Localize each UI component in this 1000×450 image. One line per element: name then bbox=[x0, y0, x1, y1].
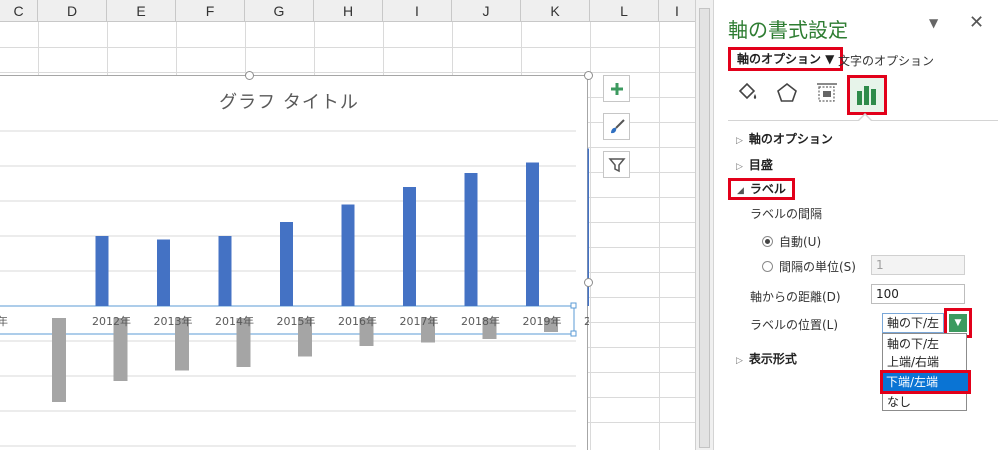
size-properties-icon bbox=[817, 83, 837, 102]
tab-text-options[interactable]: 文字のオプション bbox=[838, 52, 934, 69]
axis-tick-label: 2014年 bbox=[215, 314, 254, 328]
axis-tick-label: 2020年 bbox=[584, 314, 589, 328]
axis-selection-handle bbox=[570, 330, 577, 337]
option-low-left-selected[interactable]: 下端/左端 bbox=[880, 370, 971, 394]
bar-series1 bbox=[341, 204, 355, 306]
section-number-format[interactable]: ▷ 表示形式 bbox=[736, 350, 797, 367]
effects-tab[interactable] bbox=[772, 78, 802, 108]
section-axis-options[interactable]: ▷ 軸のオプション bbox=[736, 130, 833, 147]
axis-tick-label: 年 bbox=[0, 314, 8, 328]
column-header-g[interactable]: G bbox=[245, 0, 314, 22]
column-header-j[interactable]: J bbox=[452, 0, 521, 22]
section-labels[interactable]: ◢ ラベル bbox=[728, 178, 795, 200]
axis-tick-label: 2012年 bbox=[92, 314, 131, 328]
label-position-select[interactable]: 軸の下/左 bbox=[882, 313, 944, 333]
axis-tick-label: 2016年 bbox=[338, 314, 377, 328]
section-tick-marks[interactable]: ▷ 目盛 bbox=[736, 156, 773, 173]
resize-handle[interactable] bbox=[245, 71, 254, 80]
expand-triangle-icon: ▷ bbox=[736, 162, 743, 172]
plus-icon bbox=[610, 82, 623, 95]
pane-title: 軸の書式設定 bbox=[728, 18, 848, 42]
fill-line-tab[interactable] bbox=[732, 78, 762, 108]
chevron-down-icon[interactable]: ▼ bbox=[949, 314, 967, 332]
size-properties-tab[interactable] bbox=[812, 78, 842, 108]
axis-tick-label: 2013年 bbox=[154, 314, 193, 328]
chart-area[interactable]: グラフ タイトル 年 2012年 2013年 2014年 2015年 2016年 2017年… bbox=[0, 71, 593, 450]
label-position-dropdown-list: 軸の下/左 上端/右端 下端/左端 なし bbox=[880, 333, 971, 411]
grid-line bbox=[590, 22, 591, 450]
axis-selection-handle bbox=[570, 302, 577, 309]
chart-plot[interactable]: 年 2012年 2013年 2014年 2015年 2016年 2017年 2018年 2019… bbox=[0, 76, 589, 450]
axis-tick-label: 2017年 bbox=[400, 314, 439, 328]
column-header-c[interactable]: C bbox=[0, 0, 38, 22]
filter-icon bbox=[607, 157, 626, 172]
option-high-right[interactable]: 上端/右端 bbox=[885, 353, 965, 371]
radio-interval-unit[interactable]: 間隔の単位(S) bbox=[762, 258, 856, 275]
axis-tick-label: 2018年 bbox=[461, 314, 500, 328]
format-axis-pane: 軸の書式設定 ▼ ✕ 軸のオプション ▼ 文字のオプション ▷軸のオプション bbox=[713, 0, 1000, 450]
label-position-label: ラベルの位置(L) bbox=[750, 318, 839, 332]
column-header-h[interactable]: H bbox=[314, 0, 383, 22]
scrollbar-thumb[interactable] bbox=[699, 8, 710, 448]
column-header-row: C D E F G H I J K L I bbox=[0, 0, 713, 22]
brush-icon bbox=[610, 118, 625, 133]
radio-auto[interactable]: 自動(U) bbox=[762, 233, 821, 250]
chart-elements-button[interactable] bbox=[603, 75, 630, 102]
interval-unit-input[interactable]: 1 bbox=[871, 255, 965, 275]
option-none[interactable]: なし bbox=[885, 393, 965, 411]
resize-handle[interactable] bbox=[584, 278, 593, 287]
chart-styles-button[interactable] bbox=[603, 113, 630, 140]
bar-series2 bbox=[52, 318, 66, 402]
column-header-k[interactable]: K bbox=[521, 0, 590, 22]
distance-from-axis-label: 軸からの距離(D) bbox=[750, 290, 841, 304]
bar-series1 bbox=[526, 162, 539, 306]
column-header-l[interactable]: L bbox=[590, 0, 659, 22]
axis-tick-label: 2015年 bbox=[277, 314, 316, 328]
label-interval-heading: ラベルの間隔 bbox=[750, 207, 823, 221]
close-icon[interactable]: ✕ bbox=[969, 12, 984, 33]
column-header-e[interactable]: E bbox=[107, 0, 176, 22]
option-axis-low-left[interactable]: 軸の下/左 bbox=[885, 335, 965, 353]
vertical-scrollbar[interactable] bbox=[695, 0, 713, 450]
distance-from-axis-input[interactable]: 100 bbox=[871, 284, 965, 304]
bar-series1 bbox=[218, 236, 232, 306]
bar-series1 bbox=[157, 239, 170, 306]
bar-series1 bbox=[280, 222, 293, 306]
tab-axis-options[interactable]: 軸のオプション ▼ bbox=[728, 47, 844, 71]
separator-pointer-inner bbox=[859, 115, 871, 121]
bar-series1 bbox=[403, 187, 416, 306]
column-header-m[interactable]: I bbox=[659, 0, 695, 22]
bar-chart-icon bbox=[857, 86, 876, 105]
axis-options-tab[interactable] bbox=[847, 75, 887, 115]
radio-button-checked[interactable] bbox=[762, 236, 773, 247]
fill-bucket-icon bbox=[738, 82, 757, 100]
bar-series1 bbox=[95, 236, 109, 306]
bar-series1 bbox=[464, 173, 478, 306]
resize-handle[interactable] bbox=[584, 71, 593, 80]
column-header-d[interactable]: D bbox=[38, 0, 107, 22]
chart-filters-button[interactable] bbox=[603, 151, 630, 178]
column-header-f[interactable]: F bbox=[176, 0, 245, 22]
expand-triangle-icon: ▷ bbox=[736, 136, 743, 146]
pentagon-icon bbox=[777, 82, 797, 102]
collapse-triangle-icon: ◢ bbox=[737, 186, 744, 196]
radio-button[interactable] bbox=[762, 261, 773, 272]
grid-line bbox=[659, 22, 660, 450]
pane-options-chevron-down-icon[interactable]: ▼ bbox=[929, 16, 938, 30]
column-header-i[interactable]: I bbox=[383, 0, 452, 22]
expand-triangle-icon: ▷ bbox=[736, 356, 743, 366]
grid-line bbox=[0, 47, 695, 48]
spreadsheet-grid[interactable]: C D E F G H I J K L I グラフ タイトル 年 2012年 201… bbox=[0, 0, 713, 450]
axis-tick-label: 2019年 bbox=[523, 314, 562, 328]
